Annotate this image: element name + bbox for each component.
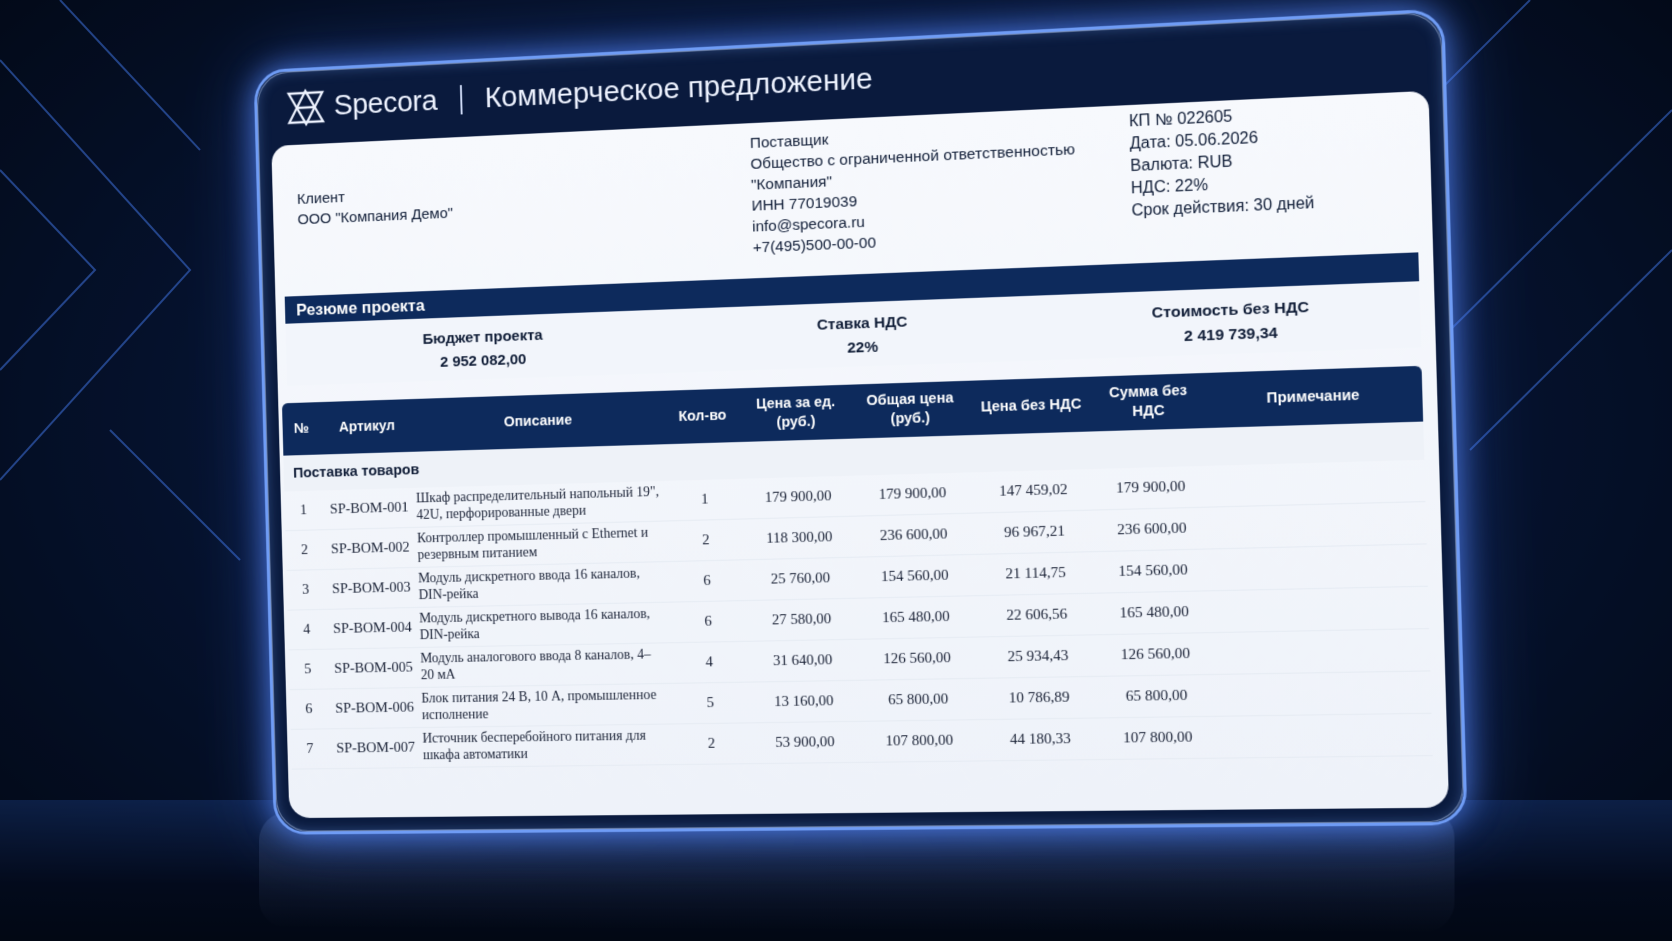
cell-note [1207, 480, 1425, 486]
cell-sku: SP-BOM-005 [334, 659, 413, 677]
cell-sku: SP-BOM-003 [331, 579, 411, 597]
header-divider [459, 85, 463, 115]
proposal-sheet: Клиент ООО "Компания Демо" Поставщик Общ… [271, 90, 1450, 819]
header-sum-no-vat: Сумма без НДС [1108, 382, 1188, 421]
cell-desc: Контроллер промышленный с Ethernet и рез… [416, 525, 649, 563]
cell-price-no-vat: 147 459,02 [998, 481, 1068, 500]
cell-sku: SP-BOM-004 [332, 619, 412, 637]
cell-sum-no-vat: 65 800,00 [1125, 687, 1188, 705]
cell-num: 3 [301, 581, 310, 598]
cell-sum-no-vat: 126 560,00 [1120, 645, 1191, 663]
cell-qty: 1 [700, 491, 709, 508]
cell-total-price: 126 560,00 [883, 649, 952, 667]
brand-logo: Specora [285, 80, 438, 128]
header-total-price: Общая цена (руб.) [866, 390, 954, 428]
cell-num: 4 [302, 621, 311, 637]
cell-total-price: 165 480,00 [881, 608, 950, 626]
header-price-no-vat: Цена без НДС [980, 395, 1082, 416]
cell-note [1213, 692, 1431, 695]
cell-desc: Источник бесперебойного питания для шкаф… [422, 728, 647, 764]
cell-total-price: 236 600,00 [879, 525, 948, 544]
header-qty: Кол-во [678, 407, 727, 425]
cell-price-no-vat: 25 934,43 [1007, 647, 1069, 665]
cell-desc: Модуль дискретного вывода 16 каналов, DI… [419, 607, 651, 644]
cell-note [1214, 734, 1432, 737]
header-num: № [293, 420, 310, 437]
cell-sku: SP-BOM-002 [330, 539, 410, 557]
cell-sum-no-vat: 165 480,00 [1119, 603, 1190, 622]
cell-note [1212, 650, 1430, 654]
cell-price-no-vat: 44 180,33 [1009, 730, 1071, 748]
summary-vat: Ставка НДС 22% [683, 295, 1045, 372]
cell-sku: SP-BOM-006 [335, 699, 415, 717]
cell-price-no-vat: 22 606,56 [1006, 605, 1068, 624]
cell-qty: 5 [706, 694, 715, 711]
cell-desc: Модуль аналогового ввода 8 каналов, 4–20… [420, 647, 651, 684]
cell-note [1211, 607, 1429, 611]
cell-price-no-vat: 96 967,21 [1003, 522, 1066, 541]
cell-total-price: 154 560,00 [880, 567, 949, 585]
cell-unit-price: 13 160,00 [773, 692, 834, 710]
cell-total-price: 179 900,00 [878, 484, 947, 503]
cell-sum-no-vat: 154 560,00 [1118, 561, 1188, 580]
header-note: Примечание [1266, 386, 1360, 407]
cell-sum-no-vat: 107 800,00 [1122, 728, 1193, 747]
cell-total-price: 107 800,00 [885, 732, 954, 750]
document-title: Коммерческое предложение [484, 62, 874, 115]
cell-desc: Блок питания 24 В, 10 А, промышленное ис… [421, 688, 657, 724]
cell-desc: Модуль дискретного ввода 16 каналов, DIN… [418, 566, 640, 604]
cell-price-no-vat: 21 114,75 [1005, 564, 1067, 582]
cell-qty: 6 [703, 572, 711, 589]
cell-note [1210, 565, 1428, 570]
cell-qty: 4 [705, 653, 714, 670]
cell-price-no-vat: 10 786,89 [1008, 688, 1070, 707]
cell-unit-price: 179 900,00 [764, 487, 832, 506]
cell-unit-price: 25 760,00 [770, 569, 831, 588]
header-unit-price: Цена за ед. (руб.) [755, 394, 836, 431]
cell-num: 1 [299, 502, 308, 518]
header-desc: Описание [503, 412, 573, 430]
cell-unit-price: 118 300,00 [766, 528, 833, 547]
cell-sum-no-vat: 236 600,00 [1116, 519, 1187, 538]
cell-sku: SP-BOM-007 [336, 739, 416, 756]
cell-num: 6 [305, 700, 313, 717]
proposal-panel: Specora Коммерческое предложение Клиент … [253, 8, 1468, 835]
cell-qty: 6 [704, 613, 713, 630]
table-body: 1 SP-BOM-001 Шкаф распределительный наполь… [284, 459, 1433, 770]
cell-note [1209, 523, 1427, 528]
cell-num: 7 [306, 740, 314, 757]
cell-num: 2 [300, 541, 309, 558]
summary-net: Стоимость без НДС 2 419 739,34 [1044, 281, 1422, 360]
cell-unit-price: 31 640,00 [772, 651, 833, 669]
brand-name: Specora [333, 84, 438, 122]
specora-logo-icon [285, 86, 327, 129]
cell-sum-no-vat: 179 900,00 [1115, 478, 1186, 497]
cell-unit-price: 27 580,00 [771, 610, 832, 628]
items-table: № Артикул Описание Кол-во Цена за ед. (р… [281, 365, 1433, 770]
cell-num: 5 [304, 661, 312, 677]
supplier-block: Поставщик Общество с ограниченной ответс… [750, 118, 1078, 259]
cell-qty: 2 [702, 531, 710, 548]
cell-unit-price: 53 900,00 [775, 733, 835, 751]
cell-desc: Шкаф распределительный напольный 19", 42… [415, 485, 660, 523]
client-block: Клиент ООО "Компания Демо" [297, 182, 454, 230]
proposal-meta: КП № 022605 Дата: 05.06.2026 Валюта: RUB… [1129, 103, 1315, 223]
header-sku: Артикул [338, 417, 396, 436]
cell-total-price: 65 800,00 [887, 690, 949, 708]
cell-qty: 2 [707, 735, 716, 752]
cell-sku: SP-BOM-001 [329, 499, 409, 517]
